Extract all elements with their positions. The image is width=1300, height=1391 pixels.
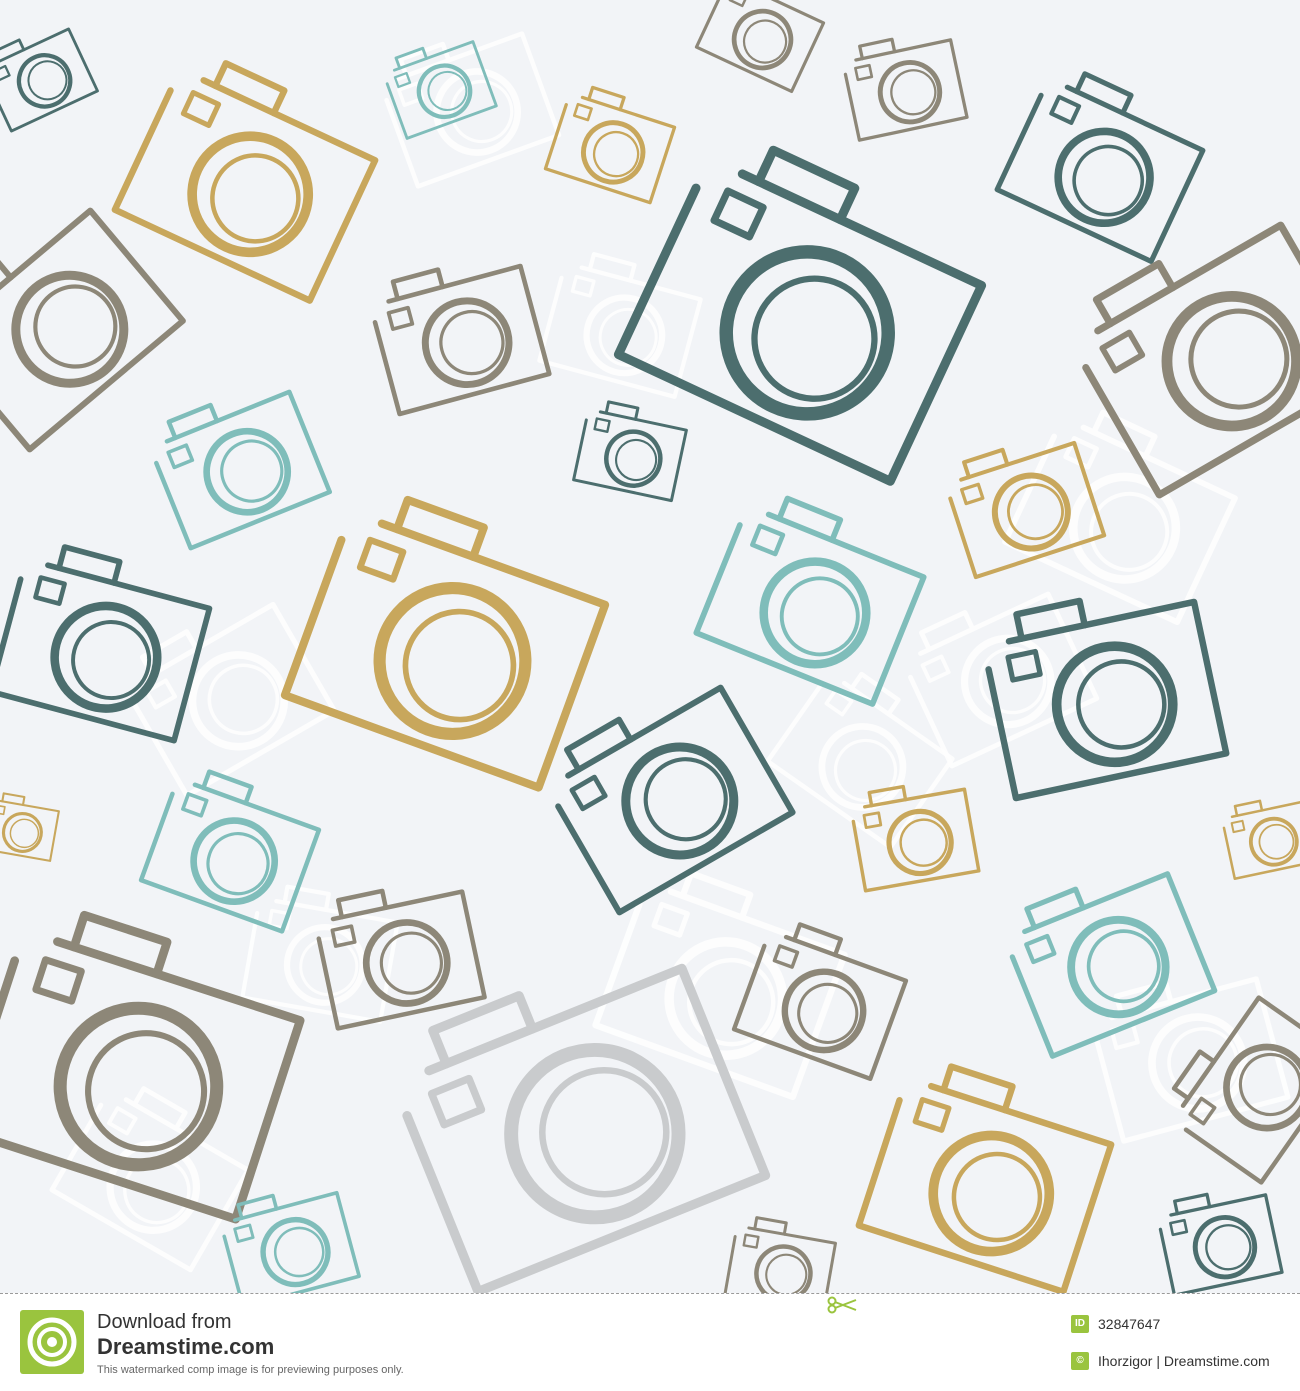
camera-outline-icon xyxy=(280,495,610,792)
camera-outline-icon xyxy=(731,922,909,1082)
camera-outline-icon xyxy=(316,888,487,1031)
camera-outline-icon xyxy=(855,1063,1115,1293)
scissors-icon xyxy=(827,1296,857,1314)
camera-outline-icon xyxy=(572,400,688,503)
camera-outline-icon xyxy=(543,85,677,205)
camera-outline-icon xyxy=(1222,799,1300,881)
copyright-badge: © xyxy=(1071,1352,1089,1370)
dreamstime-logo-icon xyxy=(20,1310,84,1374)
camera-outline-icon xyxy=(0,27,99,133)
id-badge: ID xyxy=(1071,1315,1089,1333)
camera-outline-icon xyxy=(693,495,927,707)
camera-pattern-background xyxy=(0,0,1300,1293)
camera-outline-icon xyxy=(0,544,213,744)
camera-outline-icon xyxy=(0,910,305,1224)
camera-outline-icon xyxy=(1009,871,1218,1059)
camera-outline-icon xyxy=(372,263,552,417)
camera-outline-icon xyxy=(0,792,60,862)
author-credit[interactable]: Ihorzigor | Dreamstime.com xyxy=(1098,1352,1270,1370)
site-name[interactable]: Dreamstime.com xyxy=(97,1334,274,1360)
camera-outline-icon xyxy=(994,71,1206,264)
image-id: 32847647 xyxy=(1098,1316,1161,1332)
camera-outline-icon xyxy=(843,37,969,142)
watermark-note: This watermarked comp image is for previ… xyxy=(97,1364,404,1376)
camera-outline-icon xyxy=(1158,1192,1284,1293)
camera-outline-icon xyxy=(723,1216,837,1293)
camera-outline-icon xyxy=(555,684,796,916)
camera-outline-icon xyxy=(154,389,333,551)
camera-outline-icon xyxy=(694,0,826,94)
download-from-label: Download from xyxy=(97,1311,232,1333)
watermark-footer: Download from Dreamstime.com This waterm… xyxy=(0,1293,1300,1391)
camera-outline-icon xyxy=(111,60,379,304)
ghost-camera-icon xyxy=(537,252,703,399)
